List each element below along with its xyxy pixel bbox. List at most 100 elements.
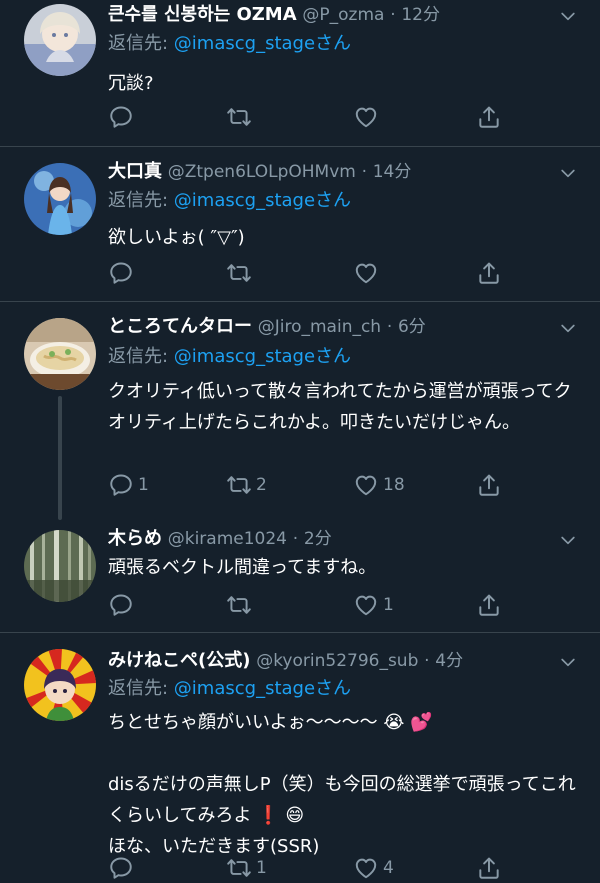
chevron-down-icon[interactable] (558, 318, 578, 338)
share-icon (476, 472, 502, 498)
display-name[interactable]: みけねこペ(公式) (108, 650, 250, 671)
reply-button[interactable] (108, 258, 138, 288)
retweet-button[interactable]: 1 (226, 853, 267, 883)
timestamp[interactable]: 6分 (398, 317, 426, 337)
chevron-down-icon[interactable] (558, 530, 578, 550)
tweet-text-segment: ちとせちゃ顔がいいよぉ〜〜〜〜 (108, 712, 378, 733)
share-button[interactable] (476, 258, 502, 288)
action-bar (108, 102, 508, 132)
like-count: 1 (383, 595, 394, 615)
separator-dot: · (390, 5, 396, 25)
tweet-text: 頑張るベクトル間違ってますね。 (108, 557, 377, 578)
retweet-button[interactable] (226, 102, 256, 132)
display-name[interactable]: 木らめ (108, 528, 162, 549)
user-handle[interactable]: @P_ozma (302, 5, 384, 25)
avatar[interactable] (24, 649, 96, 721)
reply-to-line: 返信先: @imascg_stageさん (108, 675, 351, 703)
reply-to-label: 返信先: (108, 346, 174, 367)
retweet-button[interactable] (226, 590, 256, 620)
chevron-down-icon[interactable] (558, 6, 578, 26)
avatar[interactable] (24, 318, 96, 390)
share-icon (476, 592, 502, 618)
reply-button[interactable] (108, 590, 138, 620)
reply-icon (108, 855, 134, 881)
retweet-icon (226, 104, 252, 130)
tweet-text-line: disるだけの声無しP（笑）も今回の総選挙で頑張ってこれくらいしてみろよ ❗ 😄 (108, 769, 578, 831)
reply-button[interactable] (108, 102, 138, 132)
retweet-count: 1 (256, 858, 267, 878)
user-handle[interactable]: @kirame1024 (168, 529, 287, 549)
separator-dot: · (424, 651, 430, 671)
reply-icon (108, 592, 134, 618)
like-button[interactable] (353, 258, 383, 288)
share-button[interactable] (476, 102, 502, 132)
reply-button[interactable]: 1 (108, 470, 149, 500)
reply-icon (108, 260, 134, 286)
like-count: 4 (383, 858, 394, 878)
reply-button[interactable] (108, 853, 138, 883)
action-bar: 1 2 18 (108, 470, 508, 500)
tweet-text: ちとせちゃ顔がいいよぉ〜〜〜〜 😭 💕 disるだけの声無しP（笑）も今回の総選… (108, 707, 578, 862)
tweet[interactable]: 大口真 @Ztpen6LOLpOHMvm · 14分 返信先: @imascg_… (0, 147, 600, 301)
timestamp[interactable]: 2分 (304, 529, 332, 549)
tweet[interactable]: 木らめ @kirame1024 · 2分 頑張るベクトル間違ってますね。 1 (0, 520, 600, 632)
user-handle[interactable]: @Ztpen6LOLpOHMvm (168, 162, 356, 182)
display-name[interactable]: ところてんタロー (108, 316, 252, 337)
user-handle[interactable]: @Jiro_main_ch (258, 317, 381, 337)
share-icon (476, 855, 502, 881)
reply-to-line: 返信先: @imascg_stageさん (108, 187, 351, 215)
user-handle[interactable]: @kyorin52796_sub (256, 651, 418, 671)
separator-dot: · (386, 317, 393, 337)
retweet-button[interactable]: 2 (226, 470, 267, 500)
timestamp[interactable]: 12分 (401, 5, 440, 25)
retweet-icon (226, 592, 252, 618)
exclamation-emoji: ❗ (257, 805, 280, 826)
avatar[interactable] (24, 530, 96, 602)
tweet[interactable]: 큰수를 신봉하는 OZMA @P_ozma · 12分 返信先: @imascg… (0, 0, 600, 146)
action-bar: 1 4 (108, 853, 508, 883)
reply-to-line: 返信先: @imascg_stageさん (108, 343, 351, 371)
reply-to-line: 返信先: @imascg_stageさん (108, 30, 351, 58)
tweet-text-segment: disるだけの声無しP（笑）も今回の総選挙で頑張ってこれくらいしてみろよ (108, 774, 576, 826)
timestamp[interactable]: 4分 (435, 651, 463, 671)
reply-to-mention[interactable]: @imascg_stageさん (174, 346, 351, 367)
like-button[interactable] (353, 102, 383, 132)
tweet[interactable]: みけねこペ(公式) @kyorin52796_sub · 4分 返信先: @im… (0, 633, 600, 876)
tweet-text: 欲しいよぉ( ″▽″) (108, 227, 245, 248)
reply-to-mention[interactable]: @imascg_stageさん (174, 190, 351, 211)
tweet-text-line: ちとせちゃ顔がいいよぉ〜〜〜〜 😭 💕 (108, 707, 578, 738)
heart-icon (353, 472, 379, 498)
reply-to-mention[interactable]: @imascg_stageさん (174, 678, 351, 699)
reply-to-mention[interactable]: @imascg_stageさん (174, 33, 351, 54)
chevron-down-icon[interactable] (558, 163, 578, 183)
share-button[interactable] (476, 853, 502, 883)
avatar[interactable] (24, 163, 96, 235)
like-button[interactable]: 4 (353, 853, 394, 883)
retweet-icon (226, 855, 252, 881)
share-icon (476, 260, 502, 286)
like-count: 18 (383, 475, 405, 495)
reply-icon (108, 104, 134, 130)
action-bar: 1 (108, 590, 508, 620)
retweet-button[interactable] (226, 258, 256, 288)
like-button[interactable]: 18 (353, 470, 405, 500)
chevron-down-icon[interactable] (558, 652, 578, 672)
reply-count: 1 (138, 475, 149, 495)
heart-icon (353, 104, 379, 130)
share-button[interactable] (476, 470, 502, 500)
timestamp[interactable]: 14分 (373, 162, 412, 182)
retweet-icon (226, 260, 252, 286)
share-button[interactable] (476, 590, 502, 620)
reply-to-label: 返信先: (108, 678, 174, 699)
display-name[interactable]: 큰수를 신봉하는 OZMA (108, 4, 297, 25)
avatar[interactable] (24, 4, 96, 76)
retweet-icon (226, 472, 252, 498)
display-name[interactable]: 大口真 (108, 161, 162, 182)
like-button[interactable]: 1 (353, 590, 394, 620)
two-hearts-emoji: 💕 (410, 712, 433, 733)
reply-icon (108, 472, 134, 498)
crying-emoji: 😭 (383, 712, 405, 733)
reply-to-label: 返信先: (108, 33, 174, 54)
tweet[interactable]: ところてんタロー @Jiro_main_ch · 6分 返信先: @imascg… (0, 302, 600, 520)
